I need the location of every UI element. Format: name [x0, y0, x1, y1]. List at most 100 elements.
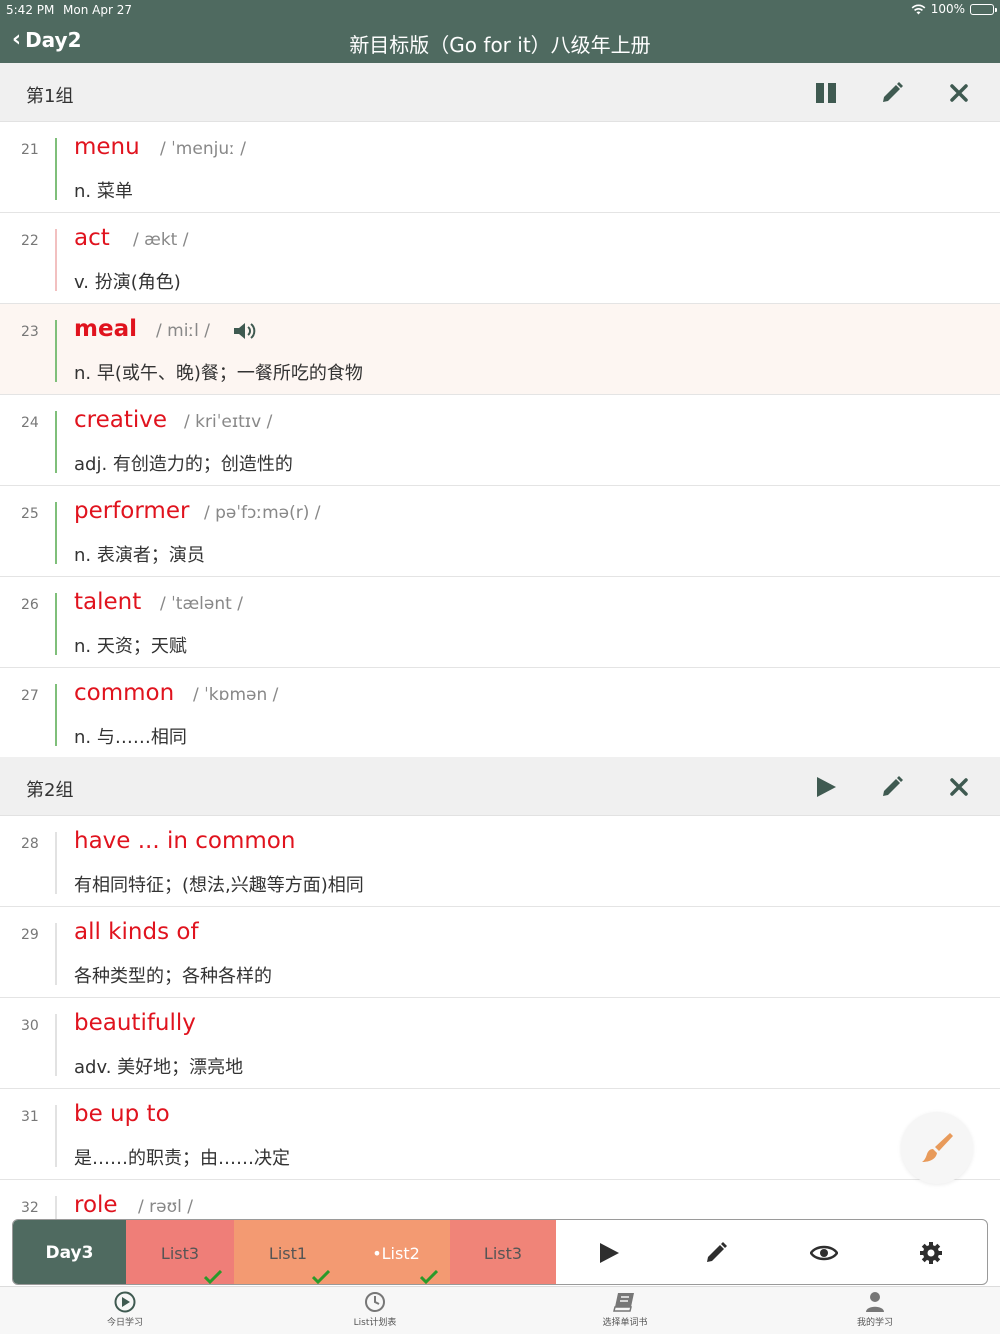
pencil-icon: [883, 776, 903, 796]
word-number: 21: [21, 142, 39, 158]
word-definition: v. 扮演(角色): [74, 272, 181, 293]
battery-percent: 100%: [930, 2, 965, 16]
word-definition: 有相同特征；(想法,兴趣等方面)相同: [74, 875, 364, 896]
close-button[interactable]: [943, 771, 975, 803]
eye-icon: [810, 1245, 838, 1261]
word-row[interactable]: 28 have ... in common 有相同特征；(想法,兴趣等方面)相同: [0, 816, 1000, 907]
pause-icon: [816, 83, 836, 103]
word-row[interactable]: 22 act / ækt / v. 扮演(角色): [0, 213, 1000, 304]
page-title: 新目标版（Go for it）八级年上册: [349, 33, 651, 57]
edit-button[interactable]: [876, 771, 908, 803]
word-definition: adv. 美好地；漂亮地: [74, 1057, 244, 1078]
word-text: act: [74, 225, 110, 251]
tab-today[interactable]: 今日学习: [65, 1291, 185, 1328]
word-definition: 是……的职责；由……决定: [74, 1148, 290, 1169]
word-text: menu: [74, 134, 140, 160]
toolbar-edit-button[interactable]: [698, 1235, 734, 1271]
check-icon: [312, 1270, 330, 1284]
list-button-1[interactable]: List3: [126, 1220, 234, 1284]
list-button-3[interactable]: •List2: [342, 1220, 450, 1284]
wifi-icon: [911, 4, 926, 14]
word-row[interactable]: 21 menu / ˈmenjuː / n. 菜单: [0, 122, 1000, 213]
list-button-4[interactable]: List3: [450, 1220, 556, 1284]
tab-label: List计划表: [353, 1318, 397, 1328]
word-row[interactable]: 29 all kinds of 各种类型的；各种各样的: [0, 907, 1000, 998]
tab-list-plan[interactable]: List计划表: [315, 1291, 435, 1328]
day-label: Day3: [45, 1243, 94, 1263]
toolbar-play-button[interactable]: [591, 1235, 627, 1271]
word-definition: n. 菜单: [74, 181, 133, 202]
word-row[interactable]: 31 be up to 是……的职责；由……决定: [0, 1089, 1000, 1180]
tab-choose-book[interactable]: 选择单词书: [565, 1291, 685, 1328]
day-button[interactable]: Day3: [13, 1220, 126, 1284]
word-row[interactable]: 30 beautifully adv. 美好地；漂亮地: [0, 998, 1000, 1089]
speaker-button[interactable]: [232, 320, 258, 342]
status-time: 5:42 PM: [6, 3, 55, 17]
word-row[interactable]: 27 common / ˈkɒmən / n. 与……相同: [0, 668, 1000, 759]
word-row[interactable]: 26 talent / ˈtælənt / n. 天资；天赋: [0, 577, 1000, 668]
word-number: 29: [21, 927, 39, 943]
bottom-toolbar: Day3 List3 List1 •List2 List3: [12, 1219, 988, 1285]
word-text: all kinds of: [74, 919, 199, 945]
word-text: performer: [74, 498, 190, 524]
word-text: creative: [74, 407, 168, 433]
list-label: List3: [483, 1243, 523, 1263]
group-header-1: 第1组: [0, 63, 1000, 122]
word-number: 32: [21, 1200, 39, 1216]
word-text: talent: [74, 589, 142, 615]
word-phonetic: / ækt /: [133, 230, 189, 250]
close-icon: [950, 84, 968, 102]
close-button[interactable]: [943, 77, 975, 109]
word-text: common: [74, 680, 175, 706]
word-number: 26: [21, 597, 39, 613]
word-phonetic: / pəˈfɔːmə(r) /: [204, 503, 321, 523]
person-icon: [866, 1292, 884, 1312]
status-bar: 5:42 PM Mon Apr 27 100%: [0, 0, 1000, 20]
toolbar-view-button[interactable]: [806, 1235, 842, 1271]
progress-bar-marker: [55, 1014, 57, 1076]
brush-button[interactable]: [901, 1112, 973, 1184]
progress-bar-marker: [55, 229, 57, 291]
progress-bar-marker: [55, 320, 57, 382]
word-text: role: [74, 1192, 118, 1218]
book-icon: [613, 1293, 634, 1312]
edit-button[interactable]: [876, 77, 908, 109]
speaker-icon: [234, 323, 256, 339]
word-row-active[interactable]: 23 meal / miːl / n. 早(或午、晚)餐；一餐所吃的食物: [0, 304, 1000, 395]
word-definition: adj. 有创造力的；创造性的: [74, 454, 293, 475]
play-circle-icon: [114, 1291, 136, 1313]
tab-label: 选择单词书: [602, 1318, 648, 1328]
play-button[interactable]: [810, 771, 842, 803]
word-phonetic: / miːl /: [156, 321, 210, 341]
progress-bar-marker: [55, 138, 57, 200]
progress-bar-marker: [55, 593, 57, 655]
progress-bar-marker: [55, 684, 57, 746]
progress-bar-marker: [55, 832, 57, 894]
list-label: List1: [268, 1243, 308, 1263]
word-row[interactable]: 24 creative / kriˈeɪtɪv / adj. 有创造力的；创造性…: [0, 395, 1000, 486]
tab-label: 我的学习: [856, 1318, 893, 1328]
word-phonetic: / rəʊl /: [138, 1197, 193, 1217]
group-title: 第2组: [26, 780, 74, 801]
progress-bar-marker: [55, 411, 57, 473]
word-number: 31: [21, 1109, 39, 1125]
word-text: have ... in common: [74, 828, 296, 854]
battery-icon: [970, 3, 997, 15]
clock-icon: [365, 1292, 385, 1312]
tab-bar: 今日学习 List计划表 选择单词书 我的学习: [0, 1286, 1000, 1334]
word-phonetic: / ˈtælənt /: [160, 594, 243, 614]
play-icon: [600, 1243, 619, 1263]
list-button-2[interactable]: List1: [234, 1220, 342, 1284]
word-row[interactable]: 25 performer / pəˈfɔːmə(r) / n. 表演者；演员: [0, 486, 1000, 577]
progress-bar-marker: [55, 1105, 57, 1167]
word-definition: n. 与……相同: [74, 727, 187, 748]
pause-button[interactable]: [810, 77, 842, 109]
word-number: 25: [21, 506, 39, 522]
toolbar-settings-button[interactable]: [913, 1235, 949, 1271]
word-definition: 各种类型的；各种各样的: [74, 966, 272, 987]
word-definition: n. 天资；天赋: [74, 636, 187, 657]
tab-my-study[interactable]: 我的学习: [815, 1291, 935, 1328]
nav-bar: ‹ Day2 新目标版（Go for it）八级年上册: [0, 20, 1000, 63]
list-label: List3: [160, 1243, 200, 1263]
gear-icon: [920, 1242, 942, 1264]
